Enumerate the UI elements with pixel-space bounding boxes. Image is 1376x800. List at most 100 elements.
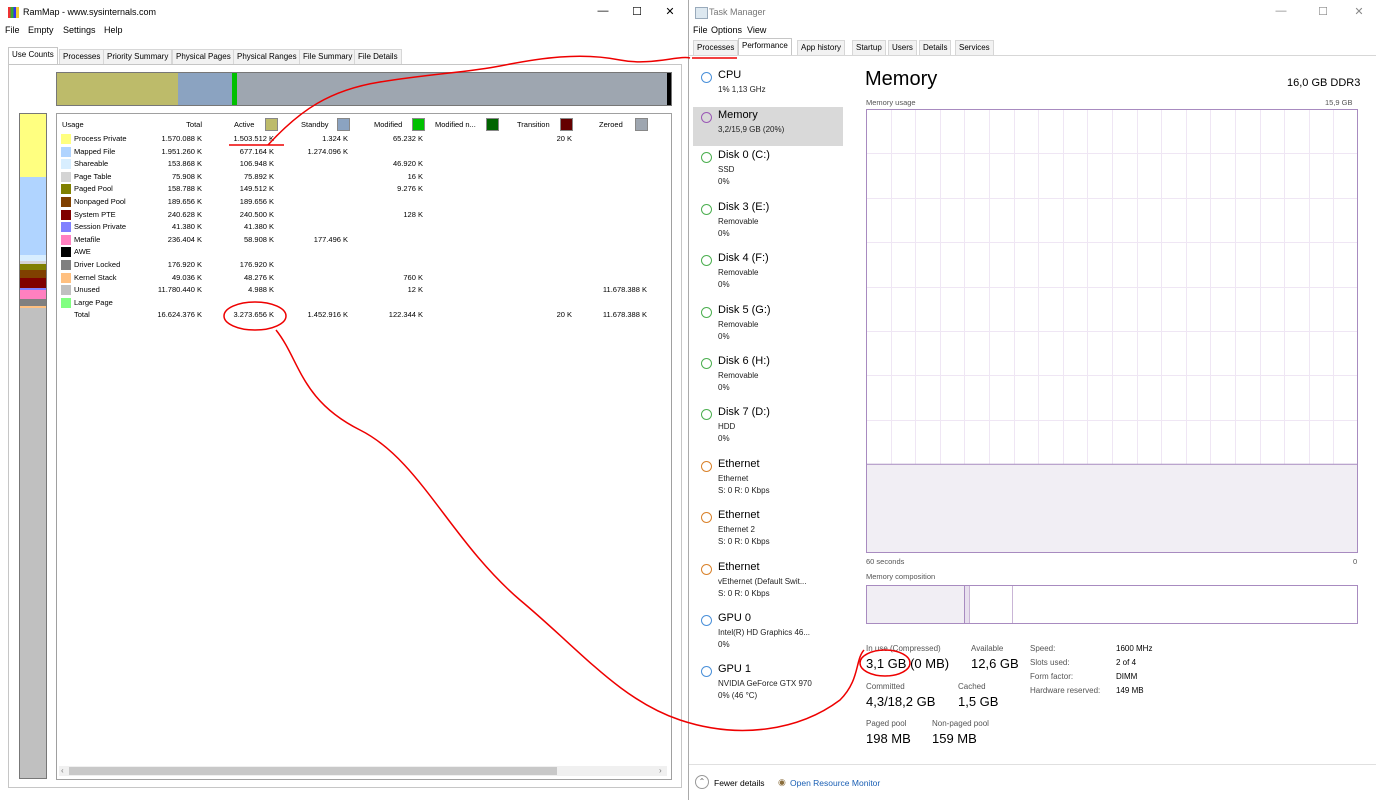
table-row[interactable]: Unused 11.780.440 K 4.988 K 12 K 11.678.388 …	[57, 284, 669, 296]
table-row[interactable]: Page Table 75.908 K 75.892 K 16 K	[57, 171, 669, 183]
tab-processes[interactable]: Processes	[59, 49, 105, 64]
col-modified[interactable]: Modified	[374, 120, 402, 129]
tm-menu-file[interactable]: File	[693, 25, 708, 35]
tm-menu-options[interactable]: Options	[711, 25, 742, 35]
sidebar-item-disk-4-f[interactable]: Disk 4 (F:) Removable 0%	[693, 250, 843, 301]
scroll-left-icon[interactable]: ‹	[61, 766, 64, 775]
graph-time-label: 60 seconds	[866, 557, 905, 566]
memory-usage-graph	[866, 109, 1358, 553]
table-row[interactable]: Paged Pool 158.788 K 149.512 K 9.276 K	[57, 183, 669, 195]
row-color-swatch	[61, 234, 71, 245]
sidebar-item-disk-6-h[interactable]: Disk 6 (H:) Removable 0%	[693, 353, 843, 404]
col-zeroed[interactable]: Zeroed	[599, 120, 623, 129]
state-distribution-bar	[56, 72, 672, 106]
sidebar-item-cpu[interactable]: CPU 1% 1,13 GHz	[693, 67, 843, 107]
col-transition[interactable]: Transition	[517, 120, 550, 129]
sidebar-item-gpu-1[interactable]: GPU 1 NVIDIA GeForce GTX 970 0% (46 °C)	[693, 661, 843, 712]
status-circle-icon	[701, 152, 712, 164]
sidebar-item-memory[interactable]: Memory 3,2/15,9 GB (20%)	[693, 107, 843, 146]
col-usage[interactable]: Usage	[62, 120, 84, 129]
table-row[interactable]: Kernel Stack 49.036 K 48.276 K 760 K	[57, 272, 669, 284]
sidebar-item-disk-5-g[interactable]: Disk 5 (G:) Removable 0%	[693, 302, 843, 353]
sidebar-item-ethernet[interactable]: Ethernet vEthernet (Default Swit... S: 0 R…	[693, 559, 843, 610]
menu-empty[interactable]: Empty	[28, 25, 54, 35]
rammap-app-icon	[8, 7, 19, 18]
memory-usage-max: 15,9 GB	[1325, 98, 1353, 107]
maximize-button[interactable]: ☐	[627, 5, 647, 18]
cell-transition: 20 K	[556, 310, 572, 320]
standby-color-swatch	[337, 118, 350, 131]
tm-tab-processes[interactable]: Processes	[693, 40, 739, 55]
table-row[interactable]: AWE	[57, 246, 669, 258]
tm-tab-services[interactable]: Services	[955, 40, 994, 55]
tab-use-counts[interactable]: Use Counts	[8, 47, 58, 64]
minimize-button[interactable]: —	[593, 5, 613, 17]
slots-value: 2 of 4	[1116, 658, 1137, 667]
in-use-segment[interactable]	[867, 586, 965, 623]
slots-label: Slots used:	[1030, 658, 1070, 667]
scrollbar-thumb[interactable]	[69, 767, 557, 775]
col-standby[interactable]: Standby	[301, 120, 329, 129]
tm-sidebar: CPU 1% 1,13 GHz Memory 3,2/15,9 GB (20%) Dis…	[689, 63, 847, 763]
table-row[interactable]: Total 16.624.376 K 3.273.656 K 1.452.916 K 1…	[57, 309, 669, 321]
menu-help[interactable]: Help	[104, 25, 123, 35]
tab-file-details[interactable]: File Details	[354, 49, 402, 64]
open-resource-monitor-link[interactable]: Open Resource Monitor	[790, 778, 880, 788]
tm-tab-users[interactable]: Users	[888, 40, 917, 55]
sidebar-item-ethernet[interactable]: Ethernet Ethernet S: 0 R: 0 Kbps	[693, 456, 843, 507]
tab-physical-pages[interactable]: Physical Pages	[172, 49, 235, 64]
tm-tab-app-history[interactable]: App history	[797, 40, 846, 55]
close-button[interactable]: ✕	[660, 5, 680, 18]
tab-priority-summary[interactable]: Priority Summary	[103, 49, 173, 64]
table-row[interactable]: Session Private 41.380 K 41.380 K	[57, 221, 669, 233]
available-label: Available	[971, 644, 1004, 653]
sidebar-item-gpu-0[interactable]: GPU 0 Intel(R) HD Graphics 46... 0%	[693, 610, 843, 661]
fewer-details-link[interactable]: Fewer details	[714, 778, 765, 788]
sidebar-item-detail: S: 0 R: 0 Kbps	[718, 537, 770, 547]
table-row[interactable]: Nonpaged Pool 189.656 K 189.656 K	[57, 196, 669, 208]
horizontal-scrollbar[interactable]: ‹ ›	[59, 766, 667, 776]
cell-modified: 760 K	[403, 272, 423, 282]
tm-maximize-button[interactable]: ☐	[1313, 5, 1333, 18]
tm-minimize-button[interactable]: —	[1271, 5, 1291, 17]
sidebar-item-detail: SSD	[718, 165, 735, 175]
sidebar-item-disk-0-c[interactable]: Disk 0 (C:) SSD 0%	[693, 147, 843, 198]
row-usage-name: Kernel Stack	[74, 272, 117, 282]
standby-segment-tm[interactable]	[970, 586, 1013, 623]
cell-modified: 128 K	[403, 209, 423, 219]
row-color-swatch	[61, 171, 71, 182]
sidebar-item-detail: Removable	[718, 216, 759, 226]
table-row[interactable]: Metafile 236.404 K 58.908 K 177.496 K	[57, 234, 669, 246]
cell-active: 189.656 K	[239, 197, 274, 206]
cached-label: Cached	[958, 682, 986, 691]
tm-tab-performance[interactable]: Performance	[738, 38, 792, 55]
active-color-swatch	[265, 118, 278, 131]
table-row[interactable]: Mapped File 1.951.260 K 677.164 K 1.274.096…	[57, 146, 669, 158]
tm-tab-details[interactable]: Details	[919, 40, 952, 55]
table-row[interactable]: Shareable 153.868 K 106.948 K 46.920 K	[57, 158, 669, 170]
col-modified-nw[interactable]: Modified n...	[435, 120, 476, 129]
row-usage-name: Metafile	[74, 234, 101, 244]
status-circle-icon	[701, 666, 712, 678]
tm-menu-view[interactable]: View	[747, 25, 766, 35]
table-row[interactable]: Large Page	[57, 297, 669, 309]
table-row[interactable]: Driver Locked 176.920 K 176.920 K	[57, 259, 669, 271]
menu-file[interactable]: File	[5, 25, 20, 35]
col-active[interactable]: Active	[234, 120, 254, 129]
sidebar-item-detail: Removable	[718, 268, 759, 278]
tm-close-button[interactable]: ✕	[1349, 5, 1369, 18]
sidebar-item-disk-3-e[interactable]: Disk 3 (E:) Removable 0%	[693, 199, 843, 250]
sidebar-item-label: Disk 5 (G:)	[718, 303, 771, 316]
scroll-right-icon[interactable]: ›	[659, 766, 662, 775]
tab-physical-ranges[interactable]: Physical Ranges	[233, 49, 301, 64]
menu-settings[interactable]: Settings	[63, 25, 96, 35]
col-total[interactable]: Total	[137, 120, 202, 129]
tm-tab-startup[interactable]: Startup	[852, 40, 886, 55]
table-row[interactable]: System PTE 240.628 K 240.500 K 128 K	[57, 209, 669, 221]
standby-segment	[178, 73, 232, 105]
sidebar-item-ethernet[interactable]: Ethernet Ethernet 2 S: 0 R: 0 Kbps	[693, 507, 843, 558]
table-row[interactable]: Process Private 1.570.088 K 1.503.512 K 1.3…	[57, 133, 669, 145]
chevron-up-icon[interactable]: ⌃	[695, 775, 709, 789]
sidebar-item-disk-7-d[interactable]: Disk 7 (D:) HDD 0%	[693, 404, 843, 455]
tab-file-summary[interactable]: File Summary	[299, 49, 357, 64]
